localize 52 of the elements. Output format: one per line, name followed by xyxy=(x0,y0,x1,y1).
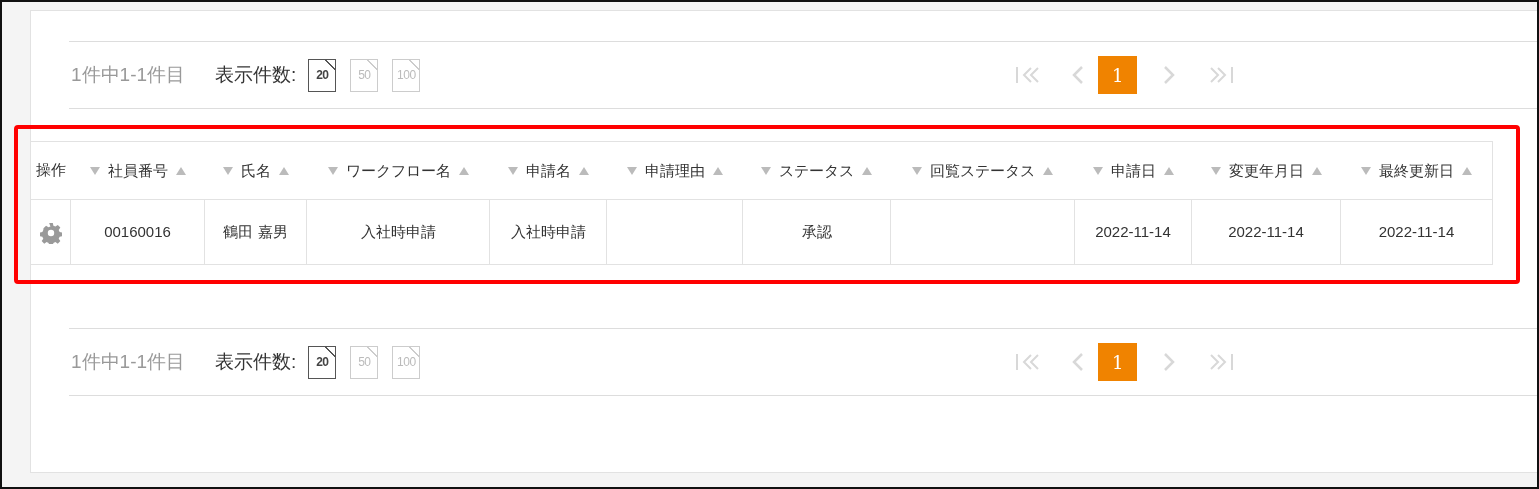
table-cell: 00160016 xyxy=(104,222,171,240)
sort-descending-icon[interactable] xyxy=(327,166,338,175)
column-header: ステータス xyxy=(779,160,854,181)
settings-icon[interactable] xyxy=(39,221,62,244)
sort-descending-icon[interactable] xyxy=(222,166,233,175)
column-header: ワークフロー名 xyxy=(345,160,451,181)
sort-ascending-icon[interactable] xyxy=(578,166,589,175)
table-cell: 2022-11-14 xyxy=(1378,222,1455,240)
sort-ascending-icon[interactable] xyxy=(712,166,723,175)
column-header: 申請理由 xyxy=(644,160,705,181)
sort-descending-icon[interactable] xyxy=(1360,166,1371,175)
page-size-button[interactable]: 100 xyxy=(392,345,421,379)
sort-ascending-icon[interactable] xyxy=(175,166,186,175)
sort-descending-icon[interactable] xyxy=(1210,166,1221,175)
table-cell: 入社時申請 xyxy=(510,222,586,240)
sort-descending-icon[interactable] xyxy=(507,166,518,175)
page-size-label: 表示件数: xyxy=(215,62,297,87)
table-cell: 鶴田 嘉男 xyxy=(223,222,288,240)
page-size-button[interactable]: 20 xyxy=(308,345,337,379)
sort-descending-icon[interactable] xyxy=(1092,166,1103,175)
page-size-button[interactable]: 20 xyxy=(308,58,337,92)
table-cell: 入社時申請 xyxy=(360,222,436,240)
table-cell: 2022-11-14 xyxy=(1095,222,1171,240)
column-header: 最終更新日 xyxy=(1378,160,1454,181)
column-header: 回覧ステータス xyxy=(930,160,1035,181)
page-size-button[interactable]: 50 xyxy=(350,345,379,379)
table-cell: 承認 xyxy=(801,222,832,240)
column-header: 社員番号 xyxy=(107,160,168,181)
column-header: 申請名 xyxy=(525,160,571,181)
sort-ascending-icon[interactable] xyxy=(458,166,469,175)
column-header: 操作 xyxy=(35,160,66,181)
sort-ascending-icon[interactable] xyxy=(278,166,289,175)
sort-descending-icon[interactable] xyxy=(89,166,100,175)
sort-ascending-icon[interactable] xyxy=(1163,166,1174,175)
column-header: 氏名 xyxy=(240,160,271,181)
page-number-button[interactable]: 1 xyxy=(1098,56,1138,94)
sort-descending-icon[interactable] xyxy=(912,166,922,175)
sort-descending-icon[interactable] xyxy=(761,166,771,175)
sort-ascending-icon[interactable] xyxy=(1043,166,1053,175)
page-size-button[interactable]: 50 xyxy=(350,58,379,92)
column-header: 申請日 xyxy=(1110,160,1156,181)
sort-ascending-icon[interactable] xyxy=(1311,166,1322,175)
table-cell: 2022-11-14 xyxy=(1228,222,1304,240)
sort-ascending-icon[interactable] xyxy=(862,166,872,175)
page-number-button[interactable]: 1 xyxy=(1098,343,1138,381)
column-header: 変更年月日 xyxy=(1228,160,1304,181)
sort-ascending-icon[interactable] xyxy=(1461,166,1472,175)
page-size-button[interactable]: 100 xyxy=(392,58,421,92)
result-range-text: 1件中1-1件目 xyxy=(71,62,186,87)
page-size-label: 表示件数: xyxy=(215,349,297,374)
sort-descending-icon[interactable] xyxy=(626,166,637,175)
result-range-text: 1件中1-1件目 xyxy=(71,349,186,374)
